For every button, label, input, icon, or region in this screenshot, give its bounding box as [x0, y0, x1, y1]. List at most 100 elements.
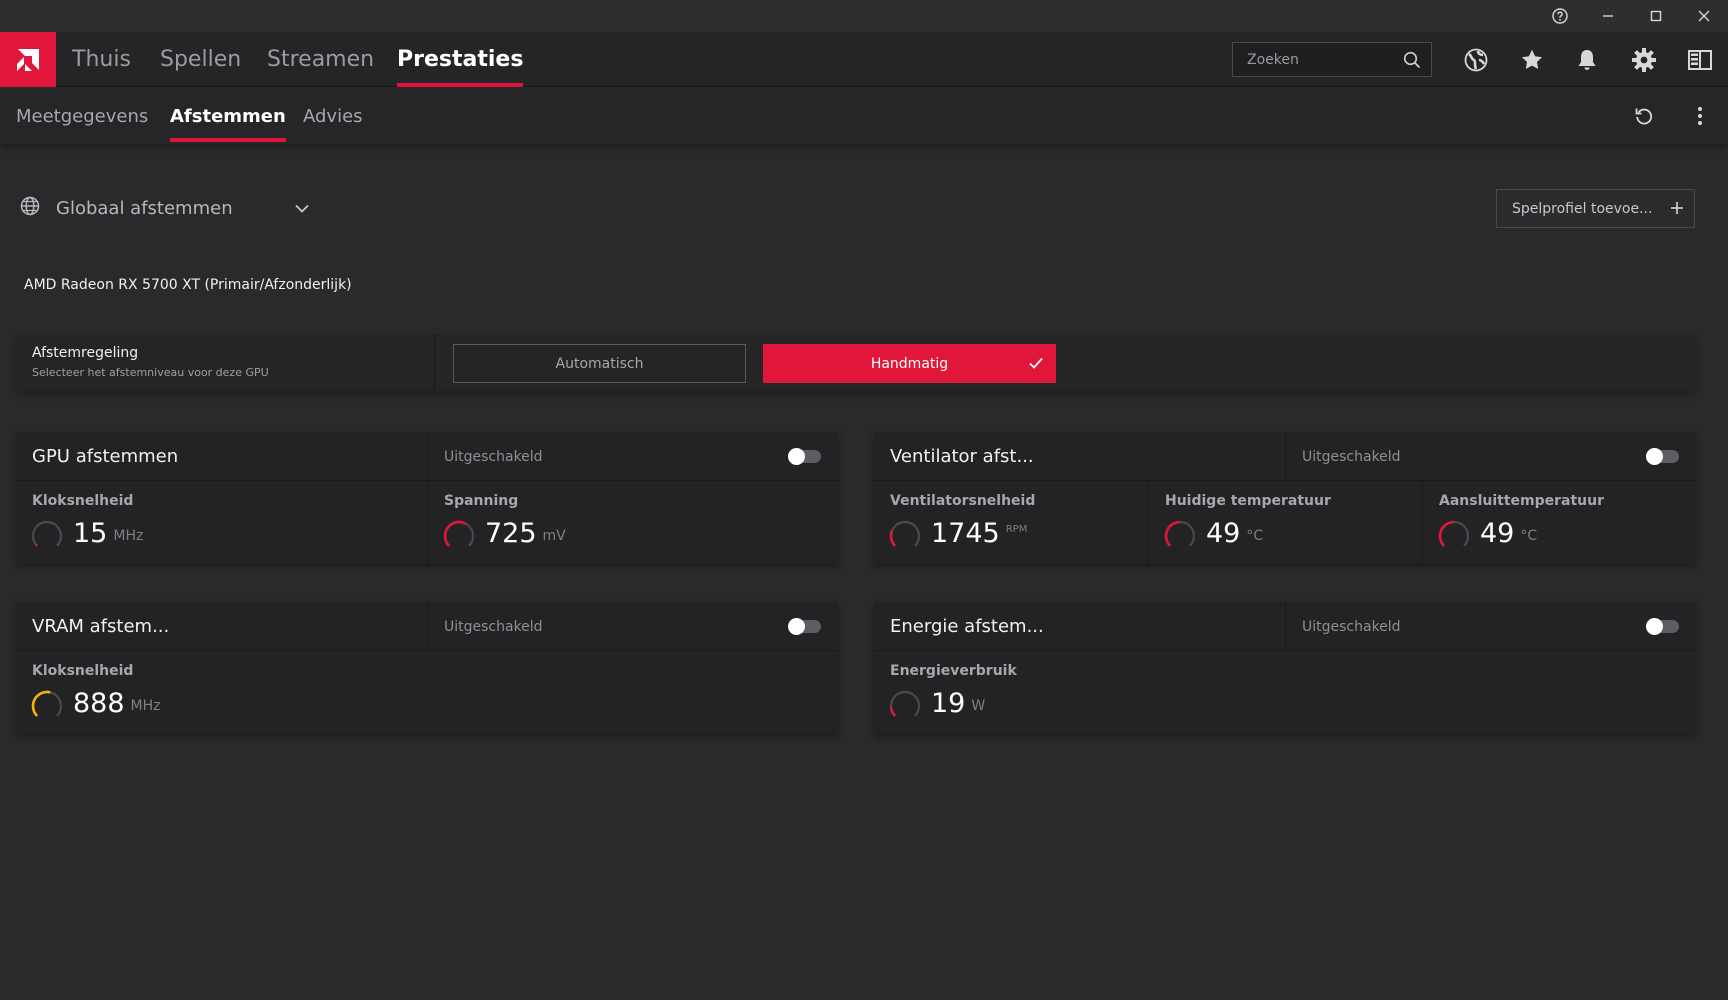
nav-tab-spellen[interactable]: Spellen [160, 32, 241, 87]
more-vertical-icon[interactable] [1680, 88, 1720, 144]
card-header: Ventilator afst... Uitgeschakeld [874, 432, 1696, 481]
card-title: Energie afstem... [890, 616, 1044, 637]
gauge-icon [1164, 520, 1196, 547]
value-unit: MHz [130, 698, 161, 714]
gpu-tuning-card: GPU afstemmen Uitgeschakeld Kloksnelheid… [16, 432, 838, 564]
status-label: Uitgeschakeld [1302, 448, 1401, 465]
value-unit: W [971, 698, 986, 714]
gauge-icon [889, 690, 921, 717]
metric-value: 49 °C [1480, 518, 1537, 549]
tuning-control-info: Afstemregeling Selecteer het afstemnivea… [16, 334, 435, 391]
status-label: Uitgeschakeld [444, 618, 543, 635]
gauge-track [31, 520, 63, 547]
card-status: Uitgeschakeld [427, 432, 838, 481]
nav-tab-label: Thuis [72, 47, 131, 72]
value-unit: mV [542, 528, 566, 544]
search-input[interactable] [1233, 51, 1393, 68]
card-title: GPU afstemmen [32, 446, 179, 467]
card-status: Uitgeschakeld [1285, 602, 1696, 651]
toggle-knob [1646, 448, 1663, 465]
metric-junction-temperature: Aansluittemperatuur 49 °C [1422, 481, 1696, 564]
metric-label: Kloksnelheid [32, 663, 134, 679]
active-tab-indicator [170, 138, 286, 142]
maximize-icon[interactable] [1632, 0, 1680, 32]
gpu-tuning-toggle[interactable] [788, 448, 821, 465]
metric-value: 49 °C [1206, 518, 1263, 549]
add-profile-label: Spelprofiel toevoe... [1512, 200, 1653, 217]
gear-icon[interactable] [1620, 32, 1668, 87]
tab-advies[interactable]: Advies [303, 88, 363, 144]
value-number: 19 [931, 688, 966, 719]
metric-value: 15 MHz [73, 518, 143, 549]
close-icon[interactable] [1680, 0, 1728, 32]
minimize-icon[interactable] [1584, 0, 1632, 32]
metric-current-temperature: Huidige temperatuur 49 °C [1148, 481, 1422, 564]
active-tab-indicator [397, 83, 524, 87]
add-game-profile-button[interactable]: Spelprofiel toevoe... [1496, 189, 1695, 228]
metric-label: Ventilatorsnelheid [890, 493, 1036, 509]
metric-value: 888 MHz [73, 688, 161, 719]
nav-tab-prestaties[interactable]: Prestaties [397, 32, 524, 87]
amd-logo-icon[interactable] [0, 32, 56, 87]
checkmark-icon [1028, 355, 1044, 375]
vram-tuning-toggle[interactable] [788, 618, 821, 635]
main-nav: Thuis Spellen Streamen Prestaties [0, 32, 1728, 87]
sidebar-icon[interactable] [1676, 32, 1724, 87]
vram-tuning-card: VRAM afstem... Uitgeschakeld Kloksnelhei… [16, 602, 838, 734]
nav-tab-streamen[interactable]: Streamen [267, 32, 374, 87]
value-number: 49 [1480, 518, 1515, 549]
gauge-fill [889, 530, 897, 547]
tab-afstemmen[interactable]: Afstemmen [170, 88, 286, 144]
nav-tab-label: Prestaties [397, 47, 524, 72]
status-label: Uitgeschakeld [444, 448, 543, 465]
chevron-down-icon[interactable] [294, 204, 309, 213]
tab-label: Afstemmen [170, 105, 286, 127]
nav-tab-label: Streamen [267, 47, 375, 72]
value-unit: RPM [1005, 524, 1028, 535]
automatic-button[interactable]: Automatisch [453, 344, 746, 383]
value-number: 49 [1206, 518, 1241, 549]
toggle-knob [1646, 618, 1663, 635]
value-number: 1745 [931, 518, 1000, 549]
fan-tuning-toggle[interactable] [1646, 448, 1679, 465]
tuning-control-subtitle: Selecteer het afstemniveau voor deze GPU [32, 366, 269, 379]
gauge-icon [31, 520, 63, 547]
card-title: VRAM afstem... [32, 616, 170, 637]
fan-tuning-card: Ventilator afst... Uitgeschakeld Ventila… [874, 432, 1696, 564]
value-unit: MHz [113, 528, 144, 544]
power-tuning-toggle[interactable] [1646, 618, 1679, 635]
profile-label: Globaal afstemmen [56, 197, 233, 219]
metric-clock-speed: Kloksnelheid 15 MHz [16, 481, 427, 564]
metric-value: 1745 RPM [931, 518, 1027, 549]
sub-nav: Meetgegevens Afstemmen Advies [0, 88, 1728, 144]
metric-label: Spanning [444, 493, 519, 509]
tab-meetgegevens[interactable]: Meetgegevens [16, 88, 148, 144]
help-icon[interactable] [1536, 0, 1584, 32]
globe-icon[interactable] [1452, 32, 1500, 87]
metric-value: 19 W [931, 688, 985, 719]
power-tuning-card: Energie afstem... Uitgeschakeld Energiev… [874, 602, 1696, 734]
gauge-icon [443, 520, 475, 547]
gpu-name: AMD Radeon RX 5700 XT (Primair/Afzonderl… [24, 277, 352, 293]
gauge-track [889, 690, 921, 717]
gauge-fill [31, 690, 51, 717]
nav-tab-thuis[interactable]: Thuis [72, 32, 131, 87]
tuning-control-row: Afstemregeling Selecteer het afstemnivea… [16, 334, 1696, 391]
bell-icon[interactable] [1563, 32, 1611, 87]
gauge-icon [1438, 520, 1470, 547]
search-icon[interactable] [1403, 51, 1421, 73]
tab-label: Meetgegevens [16, 105, 149, 127]
tab-label: Advies [303, 105, 363, 127]
star-icon[interactable] [1508, 32, 1556, 87]
metric-voltage: Spanning 725 mV [427, 481, 838, 564]
gauge-icon [31, 690, 63, 717]
search-box[interactable] [1232, 42, 1432, 77]
reset-icon[interactable] [1624, 88, 1664, 144]
toggle-knob [788, 618, 805, 635]
metric-value: 725 mV [485, 518, 566, 549]
value-number: 888 [73, 688, 125, 719]
metric-label: Kloksnelheid [32, 493, 134, 509]
manual-button[interactable]: Handmatig [763, 344, 1056, 383]
profile-selector[interactable]: Globaal afstemmen [20, 190, 309, 226]
value-unit: °C [1246, 528, 1264, 544]
